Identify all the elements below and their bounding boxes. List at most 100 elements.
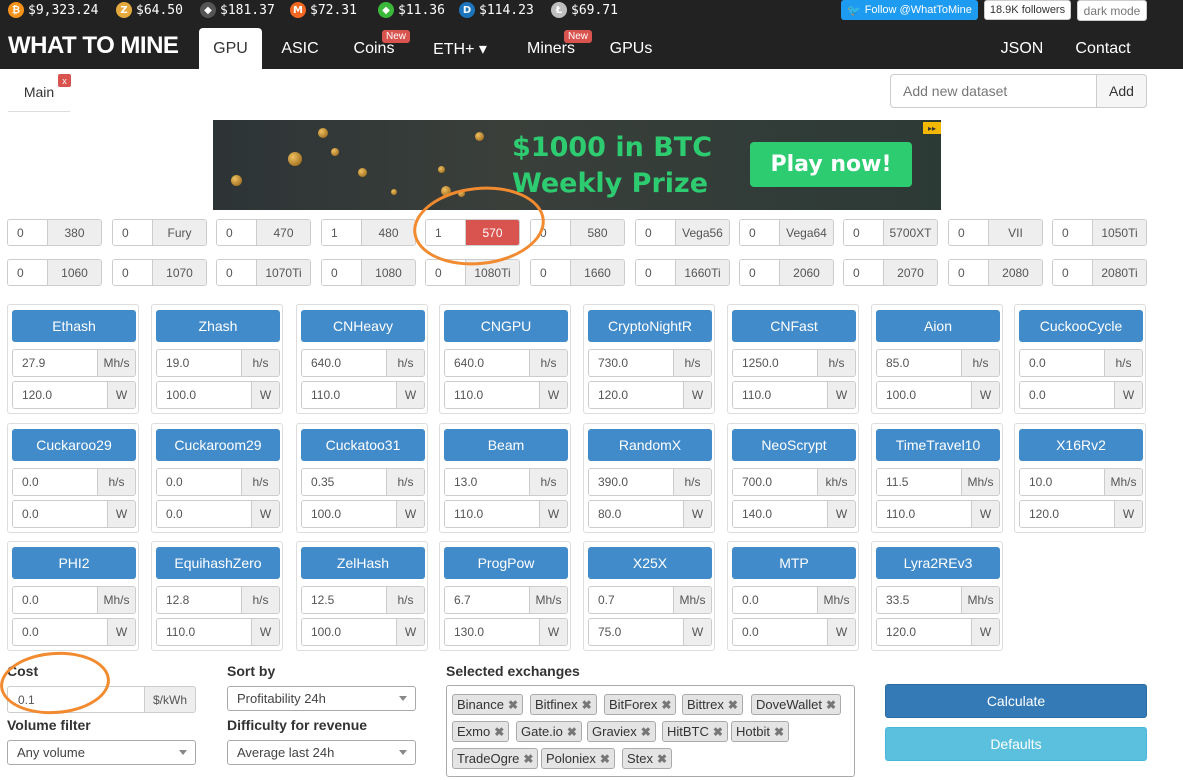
algo-toggle-button[interactable]: Beam [444, 429, 568, 461]
exchange-chip-exmo[interactable]: Exmo ✖ [452, 721, 510, 742]
gpu-model-label[interactable]: 470 [257, 220, 310, 245]
gpu-fury[interactable]: 0 Fury [112, 219, 207, 246]
gpu-count-input[interactable]: 0 [113, 220, 153, 245]
close-tab-icon[interactable]: x [58, 74, 71, 87]
algo-toggle-button[interactable]: Cuckaroo29 [12, 429, 136, 461]
gpu-2060[interactable]: 0 2060 [739, 259, 834, 286]
power-input[interactable]: 100.0 [302, 501, 396, 527]
ticker-item[interactable]: M $72.31 [290, 2, 357, 18]
add-dataset-button[interactable]: Add [1096, 74, 1147, 108]
gpu-model-label[interactable]: 1660 [571, 260, 624, 285]
algo-toggle-button[interactable]: PHI2 [12, 547, 136, 579]
exchange-chip-hotbit[interactable]: Hotbit ✖ [731, 721, 790, 742]
gpu-1070[interactable]: 0 1070 [112, 259, 207, 286]
algo-toggle-button[interactable]: EquihashZero [156, 547, 280, 579]
algo-toggle-button[interactable]: RandomX [588, 429, 712, 461]
exchange-chip-stex[interactable]: Stex ✖ [622, 748, 673, 769]
nav-gpu[interactable]: GPU [199, 28, 262, 69]
gpu-count-input[interactable]: 0 [1053, 220, 1093, 245]
gpu-count-input[interactable]: 0 [8, 220, 48, 245]
gpu-count-input[interactable]: 0 [217, 260, 257, 285]
power-input[interactable]: 110.0 [733, 382, 827, 408]
exchange-chip-dovewallet[interactable]: DoveWallet ✖ [751, 694, 842, 715]
hashrate-input[interactable]: 390.0 [589, 469, 673, 495]
gpu-count-input[interactable]: 0 [426, 260, 466, 285]
ticker-item[interactable]: Z $64.50 [116, 2, 183, 18]
remove-chip-icon[interactable]: ✖ [600, 752, 610, 766]
gpu-model-label[interactable]: 480 [362, 220, 415, 245]
power-input[interactable]: 120.0 [13, 382, 107, 408]
power-input[interactable]: 120.0 [589, 382, 683, 408]
hashrate-input[interactable]: 85.0 [877, 350, 961, 376]
hashrate-input[interactable]: 12.8 [157, 587, 241, 613]
gpu-count-input[interactable]: 0 [844, 220, 884, 245]
gpu-1080ti[interactable]: 0 1080Ti [425, 259, 520, 286]
gpu-2070[interactable]: 0 2070 [843, 259, 938, 286]
ticker-item[interactable]: ◆ $181.37 [200, 2, 275, 18]
remove-chip-icon[interactable]: ✖ [641, 725, 651, 739]
ad-banner[interactable]: $1000 in BTC Weekly Prize Play now! ▸▸ [213, 120, 941, 210]
play-now-button[interactable]: Play now! [750, 142, 912, 187]
hashrate-input[interactable]: 640.0 [302, 350, 386, 376]
gpu-2080[interactable]: 0 2080 [948, 259, 1043, 286]
hashrate-input[interactable]: 10.0 [1020, 469, 1104, 495]
algo-toggle-button[interactable]: X16Rv2 [1019, 429, 1143, 461]
gpu-1050ti[interactable]: 0 1050Ti [1052, 219, 1147, 246]
remove-chip-icon[interactable]: ✖ [774, 725, 784, 739]
gpu-model-label[interactable]: 5700XT [884, 220, 937, 245]
calculate-button[interactable]: Calculate [885, 684, 1147, 718]
exchange-chip-graviex[interactable]: Graviex ✖ [587, 721, 656, 742]
gpu-1060[interactable]: 0 1060 [7, 259, 102, 286]
ticker-item[interactable]: ₿ $9,323.24 [8, 2, 98, 18]
gpu-count-input[interactable]: 0 [8, 260, 48, 285]
algo-toggle-button[interactable]: Cuckaroom29 [156, 429, 280, 461]
hashrate-input[interactable]: 19.0 [157, 350, 241, 376]
power-input[interactable]: 100.0 [877, 382, 971, 408]
algo-toggle-button[interactable]: CryptoNightR [588, 310, 712, 342]
gpu-1660ti[interactable]: 0 1660Ti [635, 259, 730, 286]
ticker-item[interactable]: Ł $69.71 [551, 2, 618, 18]
remove-chip-icon[interactable]: ✖ [657, 752, 667, 766]
power-input[interactable]: 0.0 [1020, 382, 1114, 408]
twitter-follow-button[interactable]: 🐦 Follow @WhatToMine [841, 0, 978, 20]
gpu-count-input[interactable]: 0 [531, 220, 571, 245]
hashrate-input[interactable]: 33.5 [877, 587, 961, 613]
hashrate-input[interactable]: 0.0 [157, 469, 241, 495]
gpu-1660[interactable]: 0 1660 [530, 259, 625, 286]
nav-miners[interactable]: Miners New [516, 28, 592, 69]
power-input[interactable]: 0.0 [733, 619, 827, 645]
gpu-model-label[interactable]: 2060 [780, 260, 833, 285]
nav-eth-plus-dropdown[interactable]: ETH+ ▾ [420, 28, 500, 69]
gpu-model-label[interactable]: 2080Ti [1093, 260, 1146, 285]
gpu-count-input[interactable]: 0 [217, 220, 257, 245]
exchange-chip-hitbtc[interactable]: HitBTC ✖ [662, 721, 728, 742]
nav-contact[interactable]: Contact [1064, 28, 1142, 69]
gpu-model-label[interactable]: Vega56 [676, 220, 729, 245]
exchange-chip-bittrex[interactable]: Bittrex ✖ [682, 694, 743, 715]
hashrate-input[interactable]: 700.0 [733, 469, 817, 495]
gpu-5700xt[interactable]: 0 5700XT [843, 219, 938, 246]
hashrate-input[interactable]: 0.0 [13, 587, 97, 613]
power-input[interactable]: 0.0 [13, 619, 107, 645]
power-input[interactable]: 110.0 [445, 501, 539, 527]
algo-toggle-button[interactable]: CuckooCycle [1019, 310, 1143, 342]
hashrate-input[interactable]: 12.5 [302, 587, 386, 613]
gpu-model-label[interactable]: 1660Ti [676, 260, 729, 285]
hashrate-input[interactable]: 11.5 [877, 469, 961, 495]
gpu-vii[interactable]: 0 VII [948, 219, 1043, 246]
power-input[interactable]: 120.0 [877, 619, 971, 645]
algo-toggle-button[interactable]: CNFast [732, 310, 856, 342]
gpu-count-input[interactable]: 0 [949, 260, 989, 285]
new-dataset-input[interactable]: Add new dataset [890, 74, 1097, 108]
power-input[interactable]: 110.0 [302, 382, 396, 408]
gpu-count-input[interactable]: 0 [1053, 260, 1093, 285]
exchange-chip-binance[interactable]: Binance ✖ [452, 694, 524, 715]
difficulty-select[interactable]: Average last 24h [227, 740, 416, 765]
exchanges-multiselect[interactable]: Binance ✖ Bitfinex ✖ BitForex ✖ Bittrex ✖ DoveWa… [446, 685, 855, 777]
algo-toggle-button[interactable]: Ethash [12, 310, 136, 342]
gpu-2080ti[interactable]: 0 2080Ti [1052, 259, 1147, 286]
algo-toggle-button[interactable]: Aion [876, 310, 1000, 342]
gpu-count-input[interactable]: 0 [636, 220, 676, 245]
gpu-count-input[interactable]: 0 [740, 260, 780, 285]
hashrate-input[interactable]: 0.0 [13, 469, 97, 495]
